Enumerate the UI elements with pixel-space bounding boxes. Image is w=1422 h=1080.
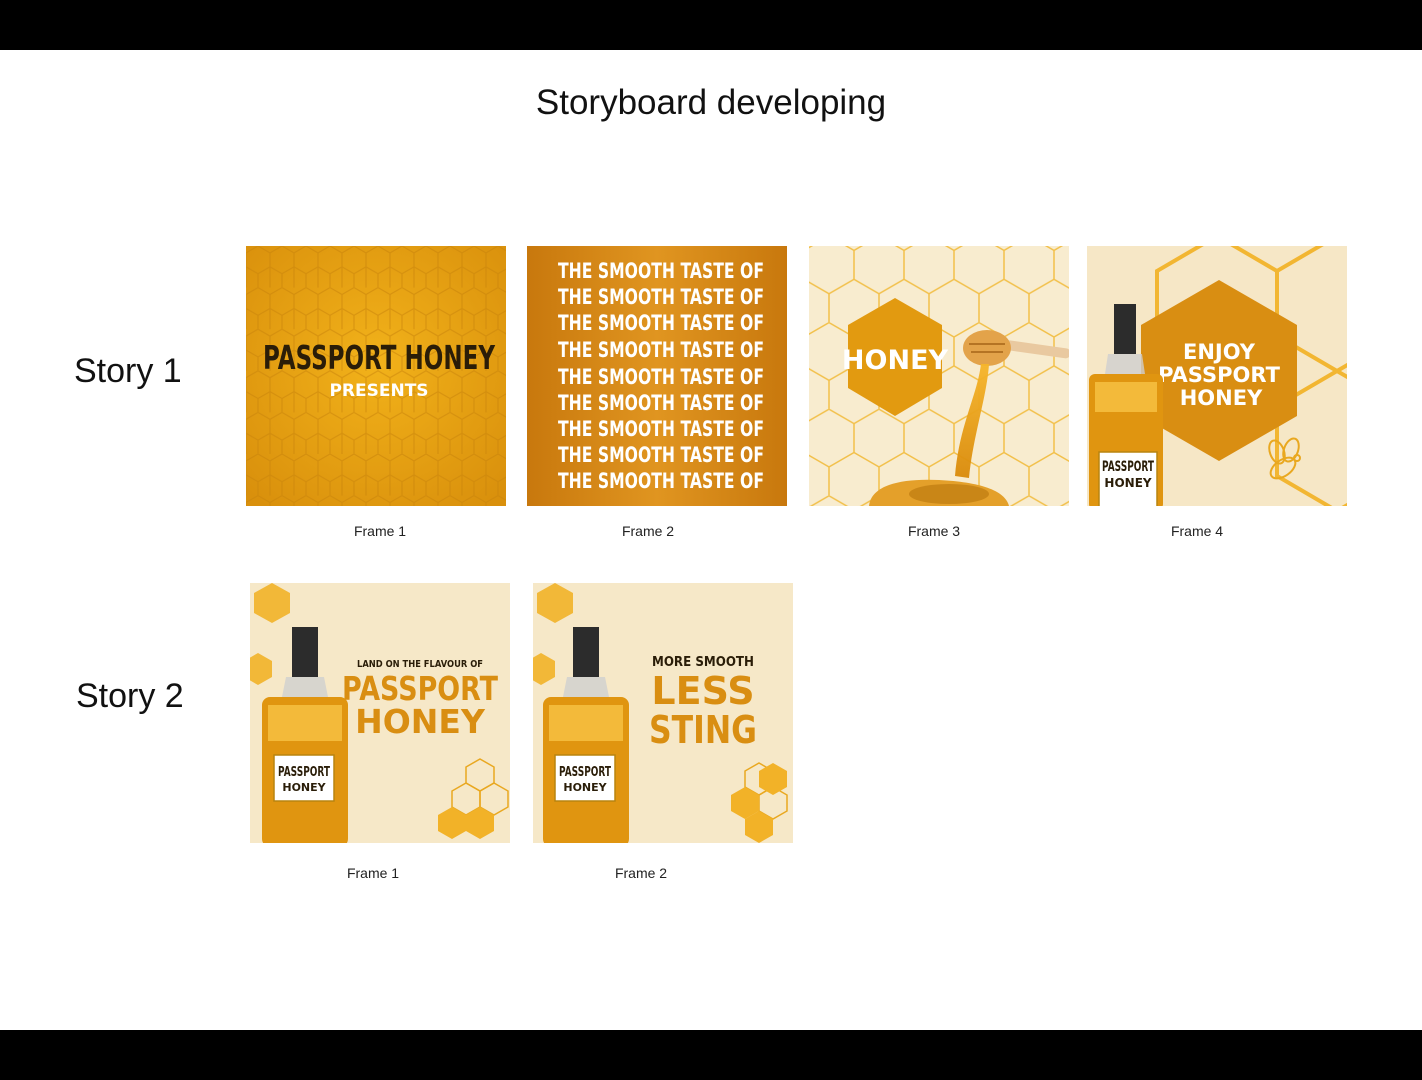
bottle-label-bottom: HONEY bbox=[563, 781, 607, 794]
hex-line-1: ENJOY bbox=[1183, 340, 1256, 364]
repeat-line: THE SMOOTH TASTE OF bbox=[558, 469, 764, 493]
story-1-frame-4[interactable]: ENJOY PASSPORT HONEY PASSPORT HONEY bbox=[1087, 246, 1347, 506]
frame-headline: PASSPORT HONEY bbox=[263, 338, 496, 377]
frame-caption: Frame 2 bbox=[621, 523, 675, 539]
bottle-label-top: PASSPORT bbox=[1102, 459, 1154, 475]
repeat-line: THE SMOOTH TASTE OF bbox=[558, 365, 764, 389]
story-2-label: Story 2 bbox=[76, 677, 184, 715]
frame-caption: Frame 4 bbox=[1170, 523, 1224, 539]
hex-line-2: PASSPORT bbox=[1158, 363, 1280, 387]
frame-caption: Frame 1 bbox=[346, 865, 400, 881]
frame-artwork: HONEY bbox=[809, 246, 1069, 506]
frame-big-line-2: STING bbox=[649, 708, 757, 752]
story-1-frame-3[interactable]: HONEY bbox=[809, 246, 1069, 506]
frame-artwork: PASSPORT HONEY PRESENTS bbox=[246, 246, 506, 506]
storyboard-slide: Storyboard developing Story 1 PASSPORT H… bbox=[0, 50, 1422, 1030]
repeat-line: THE SMOOTH TASTE OF bbox=[558, 311, 764, 335]
story-1-label: Story 1 bbox=[74, 352, 182, 390]
frame-artwork: LAND ON THE FLAVOUR OF PASSPORT HONEY PA… bbox=[250, 583, 510, 843]
hex-line-3: HONEY bbox=[1180, 386, 1263, 410]
story-2-frame-2[interactable]: MORE SMOOTH LESS STING PASSPORT HONEY bbox=[533, 583, 793, 843]
bottle-label-top: PASSPORT bbox=[278, 765, 330, 780]
page-title: Storyboard developing bbox=[535, 83, 887, 122]
frame-caption: Frame 1 bbox=[353, 523, 407, 539]
frame-artwork: THE SMOOTH TASTE OF THE SMOOTH TASTE OF … bbox=[527, 246, 787, 506]
frame-subline: PRESENTS bbox=[329, 381, 428, 401]
frame-caption: Frame 2 bbox=[614, 865, 668, 881]
story-1-frame-1[interactable]: PASSPORT HONEY PRESENTS bbox=[246, 246, 506, 506]
story-2-frame-1[interactable]: LAND ON THE FLAVOUR OF PASSPORT HONEY PA… bbox=[250, 583, 510, 843]
frame-artwork: ENJOY PASSPORT HONEY PASSPORT HONEY bbox=[1087, 246, 1347, 506]
frame-caption: Frame 3 bbox=[907, 523, 961, 539]
frame-big-line-1: LESS bbox=[651, 669, 754, 713]
repeat-line: THE SMOOTH TASTE OF bbox=[558, 391, 764, 415]
repeat-line: THE SMOOTH TASTE OF bbox=[558, 417, 764, 441]
story-1-frame-2[interactable]: THE SMOOTH TASTE OF THE SMOOTH TASTE OF … bbox=[527, 246, 787, 506]
bottle-label-bottom: HONEY bbox=[1104, 476, 1151, 490]
repeat-line: THE SMOOTH TASTE OF bbox=[558, 443, 764, 467]
frame-artwork: MORE SMOOTH LESS STING PASSPORT HONEY bbox=[533, 583, 793, 843]
hex-label: HONEY bbox=[842, 345, 949, 376]
repeat-line: THE SMOOTH TASTE OF bbox=[558, 285, 764, 309]
bottle-label-bottom: HONEY bbox=[282, 781, 326, 794]
repeat-line: THE SMOOTH TASTE OF bbox=[558, 259, 764, 283]
bottle-label-top: PASSPORT bbox=[559, 765, 611, 780]
frame-big-line-2: HONEY bbox=[355, 702, 486, 741]
repeat-line: THE SMOOTH TASTE OF bbox=[558, 338, 764, 362]
frame-small-line: MORE SMOOTH bbox=[652, 655, 754, 670]
